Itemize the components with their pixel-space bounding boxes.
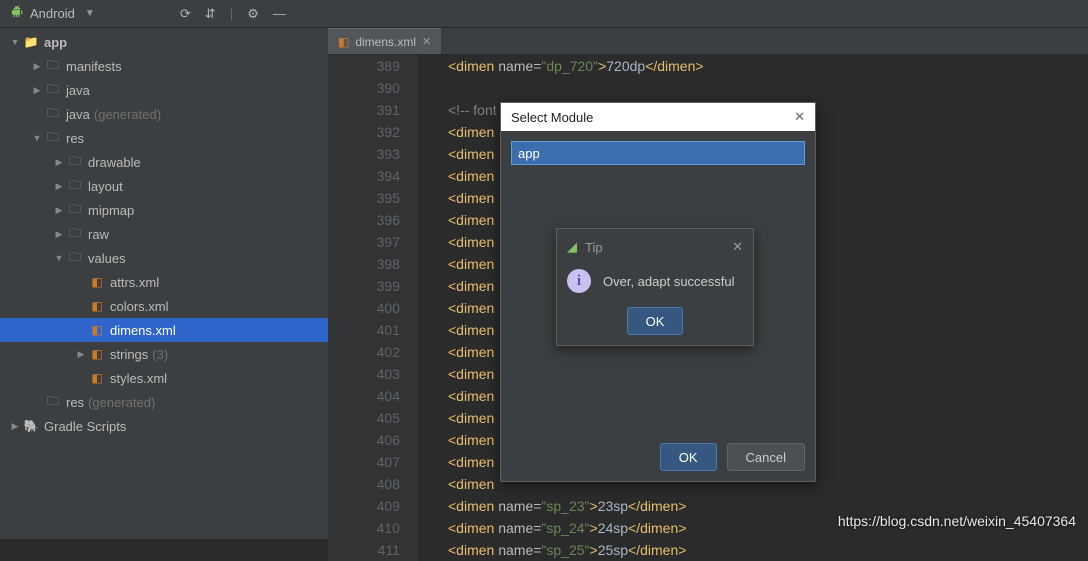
tree-item-manifests[interactable]: 🗀 manifests: [0, 54, 328, 78]
tab-label: dimens.xml: [355, 35, 416, 49]
tree-item-label: styles.xml: [110, 371, 167, 386]
expand-arrow-icon[interactable]: [52, 253, 66, 263]
tree-item-java[interactable]: 🗀 java: [0, 78, 328, 102]
expand-arrow-icon[interactable]: [52, 229, 66, 240]
folder-icon: 🗀: [66, 200, 84, 221]
dialog-cancel-button[interactable]: Cancel: [727, 443, 805, 471]
tree-item-label: values: [88, 251, 126, 266]
xml-icon: ◧: [88, 347, 106, 361]
tree-item-label: manifests: [66, 59, 122, 74]
editor-tab-bar: ◧ dimens.xml ✕: [328, 28, 1088, 55]
expand-arrow-icon[interactable]: [30, 85, 44, 96]
tree-item-strings[interactable]: ◧ strings (3): [0, 342, 328, 366]
xml-file-icon: ◧: [338, 35, 349, 49]
folder-icon: 🗀: [66, 224, 84, 245]
center-icon[interactable]: ⇵: [205, 6, 216, 22]
tree-item-values[interactable]: 🗀 values: [0, 246, 328, 270]
tree-item-layout[interactable]: 🗀 layout: [0, 174, 328, 198]
expand-arrow-icon[interactable]: [52, 157, 66, 168]
expand-arrow-icon[interactable]: [8, 421, 22, 432]
folder-icon: 🗀: [44, 56, 62, 77]
expand-arrow-icon[interactable]: [30, 133, 44, 143]
tree-item-dimens-xml[interactable]: ◧ dimens.xml: [0, 318, 328, 342]
settings-icon[interactable]: ⚙: [247, 6, 259, 22]
gradle-icon: 🐘: [22, 419, 40, 433]
tree-item-label: strings: [110, 347, 148, 362]
tree-item-label: java: [66, 83, 90, 98]
tip-app-icon: ◢: [567, 239, 577, 255]
expand-arrow-icon[interactable]: [74, 349, 88, 360]
tree-item-label: raw: [88, 227, 109, 242]
tree-item-label: mipmap: [88, 203, 134, 218]
watermark-text: https://blog.csdn.net/weixin_45407364: [838, 513, 1076, 529]
project-tree[interactable]: 📁app🗀manifests🗀java🗀java(generated)🗀res🗀…: [0, 28, 328, 539]
tree-item-annotation: (generated): [94, 107, 161, 122]
dialog-title: Select Module: [511, 110, 593, 125]
dropdown-arrow-icon: ▼: [85, 8, 95, 19]
tree-item-attrs-xml[interactable]: ◧ attrs.xml: [0, 270, 328, 294]
dialog-titlebar[interactable]: Select Module ✕: [501, 103, 815, 131]
tip-close-icon[interactable]: ✕: [732, 239, 743, 255]
expand-arrow-icon[interactable]: [52, 205, 66, 216]
tree-item-gradle-scripts[interactable]: 🐘 Gradle Scripts: [0, 414, 328, 438]
tree-item-label: colors.xml: [110, 299, 169, 314]
dialog-ok-button[interactable]: OK: [660, 443, 717, 471]
sync-icon[interactable]: ⟳: [180, 6, 191, 22]
xml-icon: ◧: [88, 299, 106, 313]
editor-tab[interactable]: ◧ dimens.xml ✕: [328, 28, 441, 54]
tree-item-res[interactable]: 🗀 res (generated): [0, 390, 328, 414]
tree-item-res[interactable]: 🗀 res: [0, 126, 328, 150]
folder-icon: 🗀: [44, 392, 62, 413]
module-icon: 📁: [22, 35, 40, 49]
xml-icon: ◧: [88, 323, 106, 337]
expand-arrow-icon[interactable]: [52, 181, 66, 192]
tree-item-label: dimens.xml: [110, 323, 176, 338]
tree-item-label: res: [66, 395, 84, 410]
info-icon: i: [567, 269, 591, 293]
folder-icon: 🗀: [44, 128, 62, 149]
xml-icon: ◧: [88, 275, 106, 289]
tip-message: Over, adapt successful: [603, 274, 735, 289]
xml-icon: ◧: [88, 371, 106, 385]
tip-ok-button[interactable]: OK: [627, 307, 684, 335]
tree-item-drawable[interactable]: 🗀 drawable: [0, 150, 328, 174]
folder-icon: 🗀: [44, 104, 62, 125]
tree-item-java[interactable]: 🗀 java (generated): [0, 102, 328, 126]
line-gutter: 3893903913923933943953963973983994004014…: [328, 55, 418, 561]
folder-icon: 🗀: [66, 248, 84, 269]
folder-icon: 🗀: [66, 176, 84, 197]
folder-icon: 🗀: [66, 152, 84, 173]
dialog-close-icon[interactable]: ✕: [794, 109, 805, 125]
tree-item-app[interactable]: 📁 app: [0, 30, 328, 54]
module-input[interactable]: [511, 141, 805, 165]
tree-item-label: java: [66, 107, 90, 122]
tree-item-label: res: [66, 131, 84, 146]
expand-arrow-icon[interactable]: [8, 37, 22, 47]
android-icon: [10, 5, 24, 22]
tree-item-styles-xml[interactable]: ◧ styles.xml: [0, 366, 328, 390]
tree-item-annotation: (generated): [88, 395, 155, 410]
platform-selector[interactable]: Android ▼: [10, 5, 95, 22]
collapse-icon[interactable]: —: [273, 6, 286, 21]
expand-arrow-icon[interactable]: [30, 61, 44, 72]
tree-item-label: layout: [88, 179, 123, 194]
tree-item-label: attrs.xml: [110, 275, 159, 290]
tip-popup: ◢ Tip ✕ i Over, adapt successful OK: [556, 228, 754, 346]
tip-title: Tip: [585, 240, 603, 255]
platform-label: Android: [30, 6, 75, 21]
top-toolbar: Android ▼ ⟳ ⇵ | ⚙ —: [0, 0, 1088, 28]
folder-icon: 🗀: [44, 80, 62, 101]
tree-item-label: Gradle Scripts: [44, 419, 126, 434]
tree-item-mipmap[interactable]: 🗀 mipmap: [0, 198, 328, 222]
tab-close-icon[interactable]: ✕: [422, 35, 431, 48]
tree-item-label: app: [44, 35, 67, 50]
tree-item-label: drawable: [88, 155, 141, 170]
tree-item-colors-xml[interactable]: ◧ colors.xml: [0, 294, 328, 318]
tree-item-annotation: (3): [152, 347, 168, 362]
tree-item-raw[interactable]: 🗀 raw: [0, 222, 328, 246]
